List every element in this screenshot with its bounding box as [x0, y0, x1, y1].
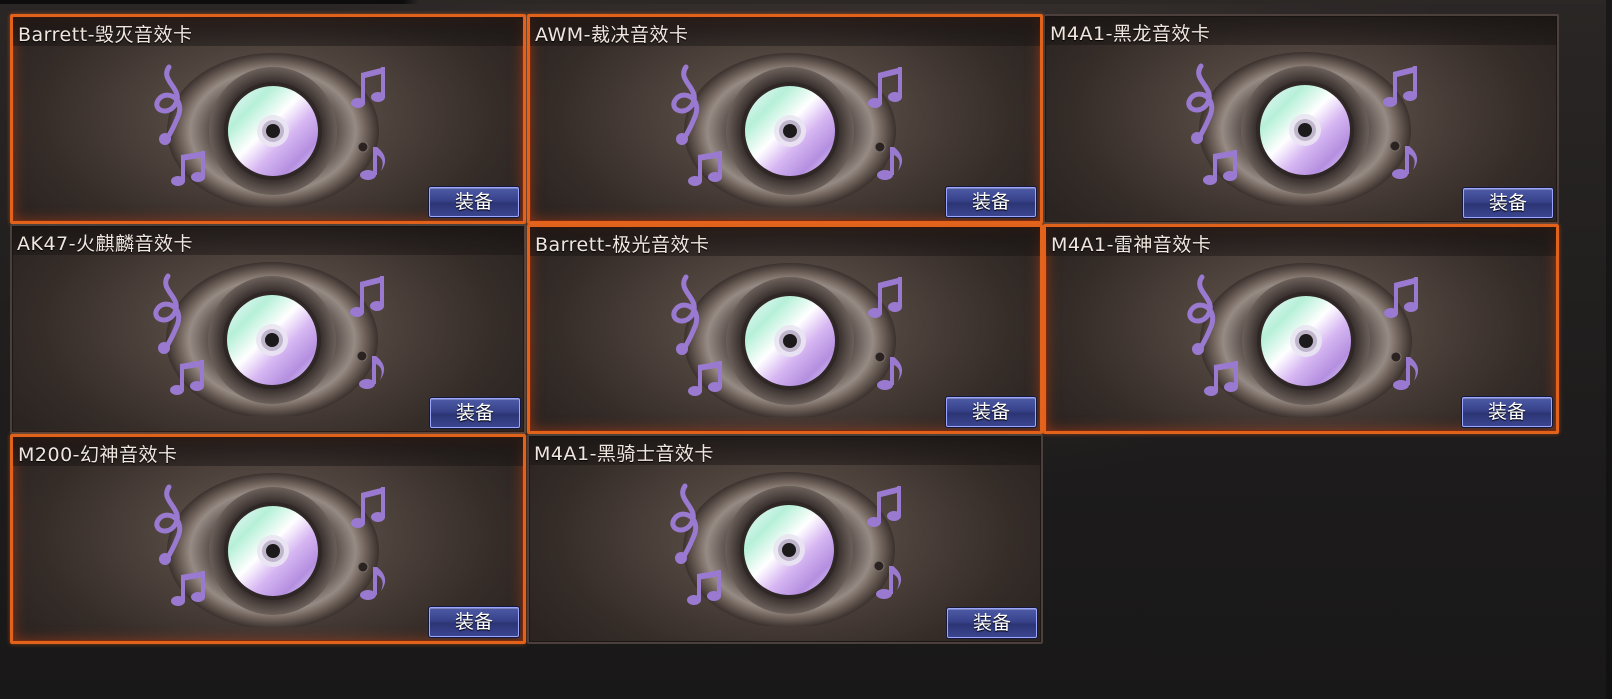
equip-button[interactable]: 装备: [946, 187, 1036, 217]
speaker-disc-icon: [1173, 46, 1423, 208]
sound-card-panel: Barrett-毁灭音效卡 装备 AWM-裁决音效卡 装备 M4A1-黑龙音效卡…: [0, 0, 1612, 699]
speaker-disc-icon: [141, 47, 391, 209]
scroll-edge: [1606, 0, 1612, 699]
equip-button[interactable]: 装备: [947, 608, 1037, 638]
equip-button[interactable]: 装备: [1462, 397, 1552, 427]
top-strip: [0, 0, 1612, 4]
equip-button[interactable]: 装备: [1463, 188, 1553, 218]
card-title: AWM-裁决音效卡: [535, 24, 689, 46]
sound-card[interactable]: AK47-火麒麟音效卡 装备: [10, 224, 526, 434]
speaker-disc-icon: [658, 257, 908, 419]
speaker-disc-icon: [1174, 257, 1424, 419]
card-title: M200-幻神音效卡: [18, 444, 178, 466]
card-title: M4A1-黑骑士音效卡: [534, 443, 714, 465]
sound-card[interactable]: M4A1-黑骑士音效卡 装备: [527, 434, 1043, 644]
sound-card[interactable]: Barrett-毁灭音效卡 装备: [10, 14, 526, 224]
equip-button[interactable]: 装备: [430, 398, 520, 428]
speaker-disc-icon: [141, 467, 391, 629]
card-title: M4A1-雷神音效卡: [1051, 234, 1212, 256]
sound-card[interactable]: M4A1-黑龙音效卡 装备: [1043, 14, 1559, 224]
sound-card[interactable]: M4A1-雷神音效卡 装备: [1043, 224, 1559, 434]
speaker-disc-icon: [657, 466, 907, 628]
sound-card[interactable]: AWM-裁决音效卡 装备: [527, 14, 1043, 224]
card-title: M4A1-黑龙音效卡: [1050, 23, 1211, 45]
sound-card[interactable]: M200-幻神音效卡 装备: [10, 434, 526, 644]
equip-button[interactable]: 装备: [946, 397, 1036, 427]
speaker-disc-icon: [658, 47, 908, 209]
speaker-disc-icon: [140, 256, 390, 418]
card-title: AK47-火麒麟音效卡: [17, 233, 193, 255]
card-title: Barrett-毁灭音效卡: [18, 24, 193, 46]
sound-card[interactable]: Barrett-极光音效卡 装备: [527, 224, 1043, 434]
card-title: Barrett-极光音效卡: [535, 234, 710, 256]
equip-button[interactable]: 装备: [429, 607, 519, 637]
equip-button[interactable]: 装备: [429, 187, 519, 217]
